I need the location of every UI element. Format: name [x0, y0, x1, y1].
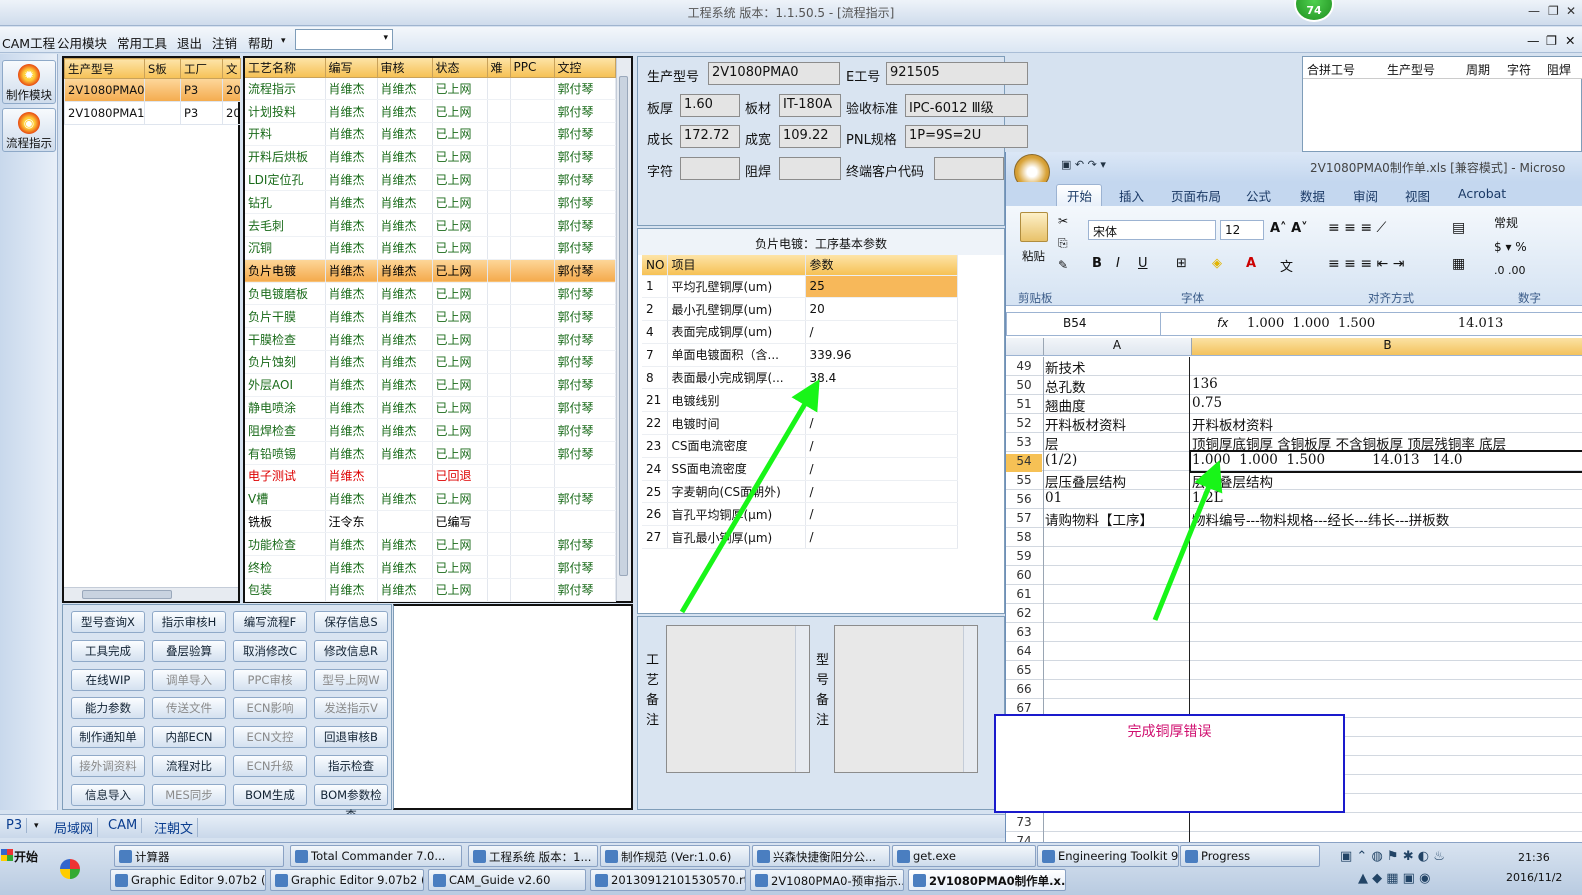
app-icon — [897, 850, 910, 863]
taskbar-button[interactable]: Graphic Editor 9.07b2 (0... — [270, 869, 424, 891]
taskbar-button[interactable]: Progress — [1180, 845, 1320, 867]
status-lan[interactable]: 局域网 — [50, 818, 99, 837]
windows-logo-icon — [1, 849, 13, 861]
taskbar-button[interactable]: Total Commander 7.0... — [290, 845, 462, 867]
plant-select[interactable]: P3 — [2, 818, 28, 833]
taskbar-button[interactable]: Graphic Editor 9.07b2 (0... — [110, 869, 266, 891]
annotation-arrows — [679, 379, 1223, 621]
tray-icons-2[interactable]: ▲ ◆ ▦ ▣ ◉ — [1358, 871, 1430, 886]
taskbar-label: 2V1080PMA0制作单.x... — [929, 874, 1066, 888]
taskbar: 开始 ▣ ⌃ ◍ ⚑ ✱ ◐ ♨ ▲ ◆ ▦ ▣ ◉ 21:36 2016/11… — [0, 842, 1582, 895]
app-icon — [275, 874, 288, 887]
taskbar-button[interactable]: 计算器 — [114, 845, 284, 867]
taskbar-button[interactable]: 兴森快捷衡阳分公... — [752, 845, 890, 867]
app-icon — [1185, 850, 1198, 863]
clock-date[interactable]: 2016/11/2 — [1506, 871, 1562, 884]
app-icon — [1042, 850, 1055, 863]
arrow-to-param — [679, 379, 820, 614]
taskbar-label: 计算器 — [135, 850, 170, 864]
taskbar-button[interactable]: 2V1080PMA0-预审指示... — [750, 869, 904, 891]
taskbar-label: get.exe — [913, 849, 956, 863]
app-icon — [755, 874, 768, 887]
app-icon — [433, 874, 446, 887]
start-button[interactable]: 开始 — [0, 845, 44, 867]
taskbar-button[interactable]: 2V1080PMA0制作单.x... — [908, 869, 1066, 891]
taskbar-button[interactable]: get.exe — [892, 845, 1036, 867]
app-icon — [115, 874, 128, 887]
taskbar-button[interactable]: 工程系统 版本：1... — [468, 845, 598, 867]
clock-time[interactable]: 21:36 — [1518, 851, 1550, 864]
taskbar-label: CAM_Guide v2.60 — [449, 873, 551, 887]
taskbar-button[interactable]: 制作规范 (Ver:1.0.6) — [600, 845, 750, 867]
app-icon — [913, 874, 926, 887]
chevron-down-icon[interactable]: ▾ — [34, 821, 39, 831]
app-icon — [473, 850, 486, 863]
start-label: 开始 — [14, 850, 39, 864]
taskbar-label: Graphic Editor 9.07b2 (0... — [291, 873, 423, 887]
taskbar-label: 工程系统 版本：1... — [489, 850, 592, 864]
taskbar-button[interactable]: Engineering Toolkit 9.... — [1037, 845, 1179, 867]
launcher-icon[interactable] — [60, 859, 80, 879]
tray-icons[interactable]: ▣ ⌃ ◍ ⚑ ✱ ◐ ♨ — [1340, 849, 1445, 864]
status-cam[interactable]: CAM — [104, 818, 143, 833]
taskbar-label: Engineering Toolkit 9.... — [1058, 849, 1179, 863]
app-icon — [605, 850, 618, 863]
taskbar-label: 兴森快捷衡阳分公... — [773, 850, 876, 864]
taskbar-label: Total Commander 7.0... — [311, 849, 446, 863]
status-user[interactable]: 汪朝文 — [150, 818, 199, 837]
taskbar-label: 制作规范 (Ver:1.0.6) — [621, 850, 732, 864]
app-icon — [295, 850, 308, 863]
taskbar-label: Graphic Editor 9.07b2 (0... — [131, 873, 266, 887]
taskbar-button[interactable]: 20130912101530570.rtf... — [590, 869, 746, 891]
app-icon — [119, 850, 132, 863]
taskbar-label: 2V1080PMA0-预审指示... — [771, 874, 904, 888]
app-icon — [595, 874, 608, 887]
taskbar-label: Progress — [1201, 849, 1251, 863]
app-icon — [757, 850, 770, 863]
taskbar-button[interactable]: CAM_Guide v2.60 — [428, 869, 586, 891]
arrow-to-cell — [1152, 460, 1223, 621]
taskbar-label: 20130912101530570.rtf... — [611, 873, 745, 887]
status-bar: P3 ▾ 局域网 CAM 汪朝文 — [0, 814, 1005, 838]
